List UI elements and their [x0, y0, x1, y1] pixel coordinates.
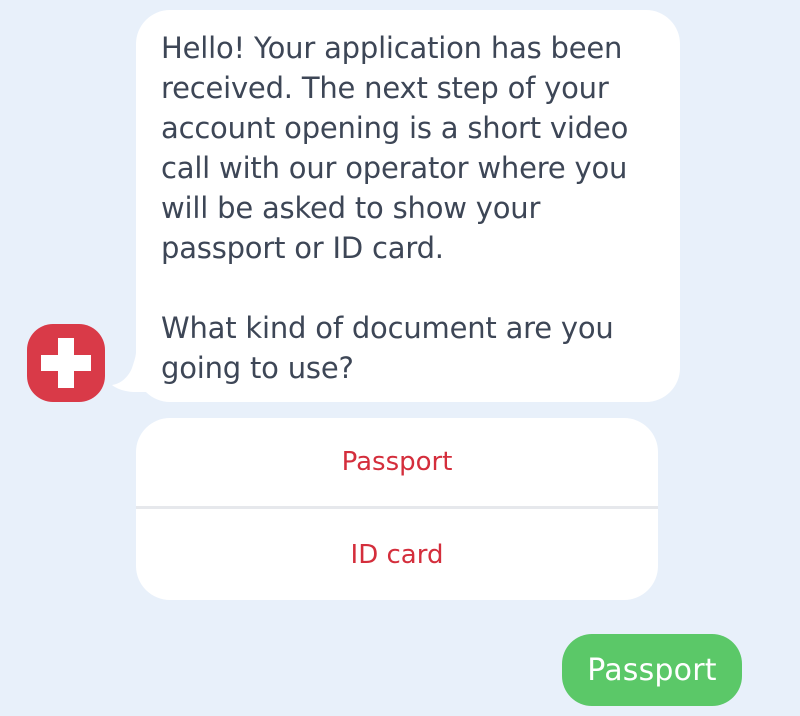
bot-message-bubble: Hello! Your application has been receive…: [136, 10, 680, 402]
swiss-cross-icon: [41, 338, 91, 388]
option-id-card-button[interactable]: ID card: [136, 509, 658, 600]
bot-avatar: [27, 324, 105, 402]
bot-message-paragraph: Hello! Your application has been receive…: [161, 31, 629, 265]
user-reply-bubble: Passport: [562, 634, 742, 706]
chat-area: Hello! Your application has been receive…: [0, 0, 800, 716]
bot-question-paragraph: What kind of document are you going to u…: [161, 311, 614, 385]
option-passport-button[interactable]: Passport: [136, 418, 658, 509]
quick-reply-options: Passport ID card: [136, 418, 658, 600]
